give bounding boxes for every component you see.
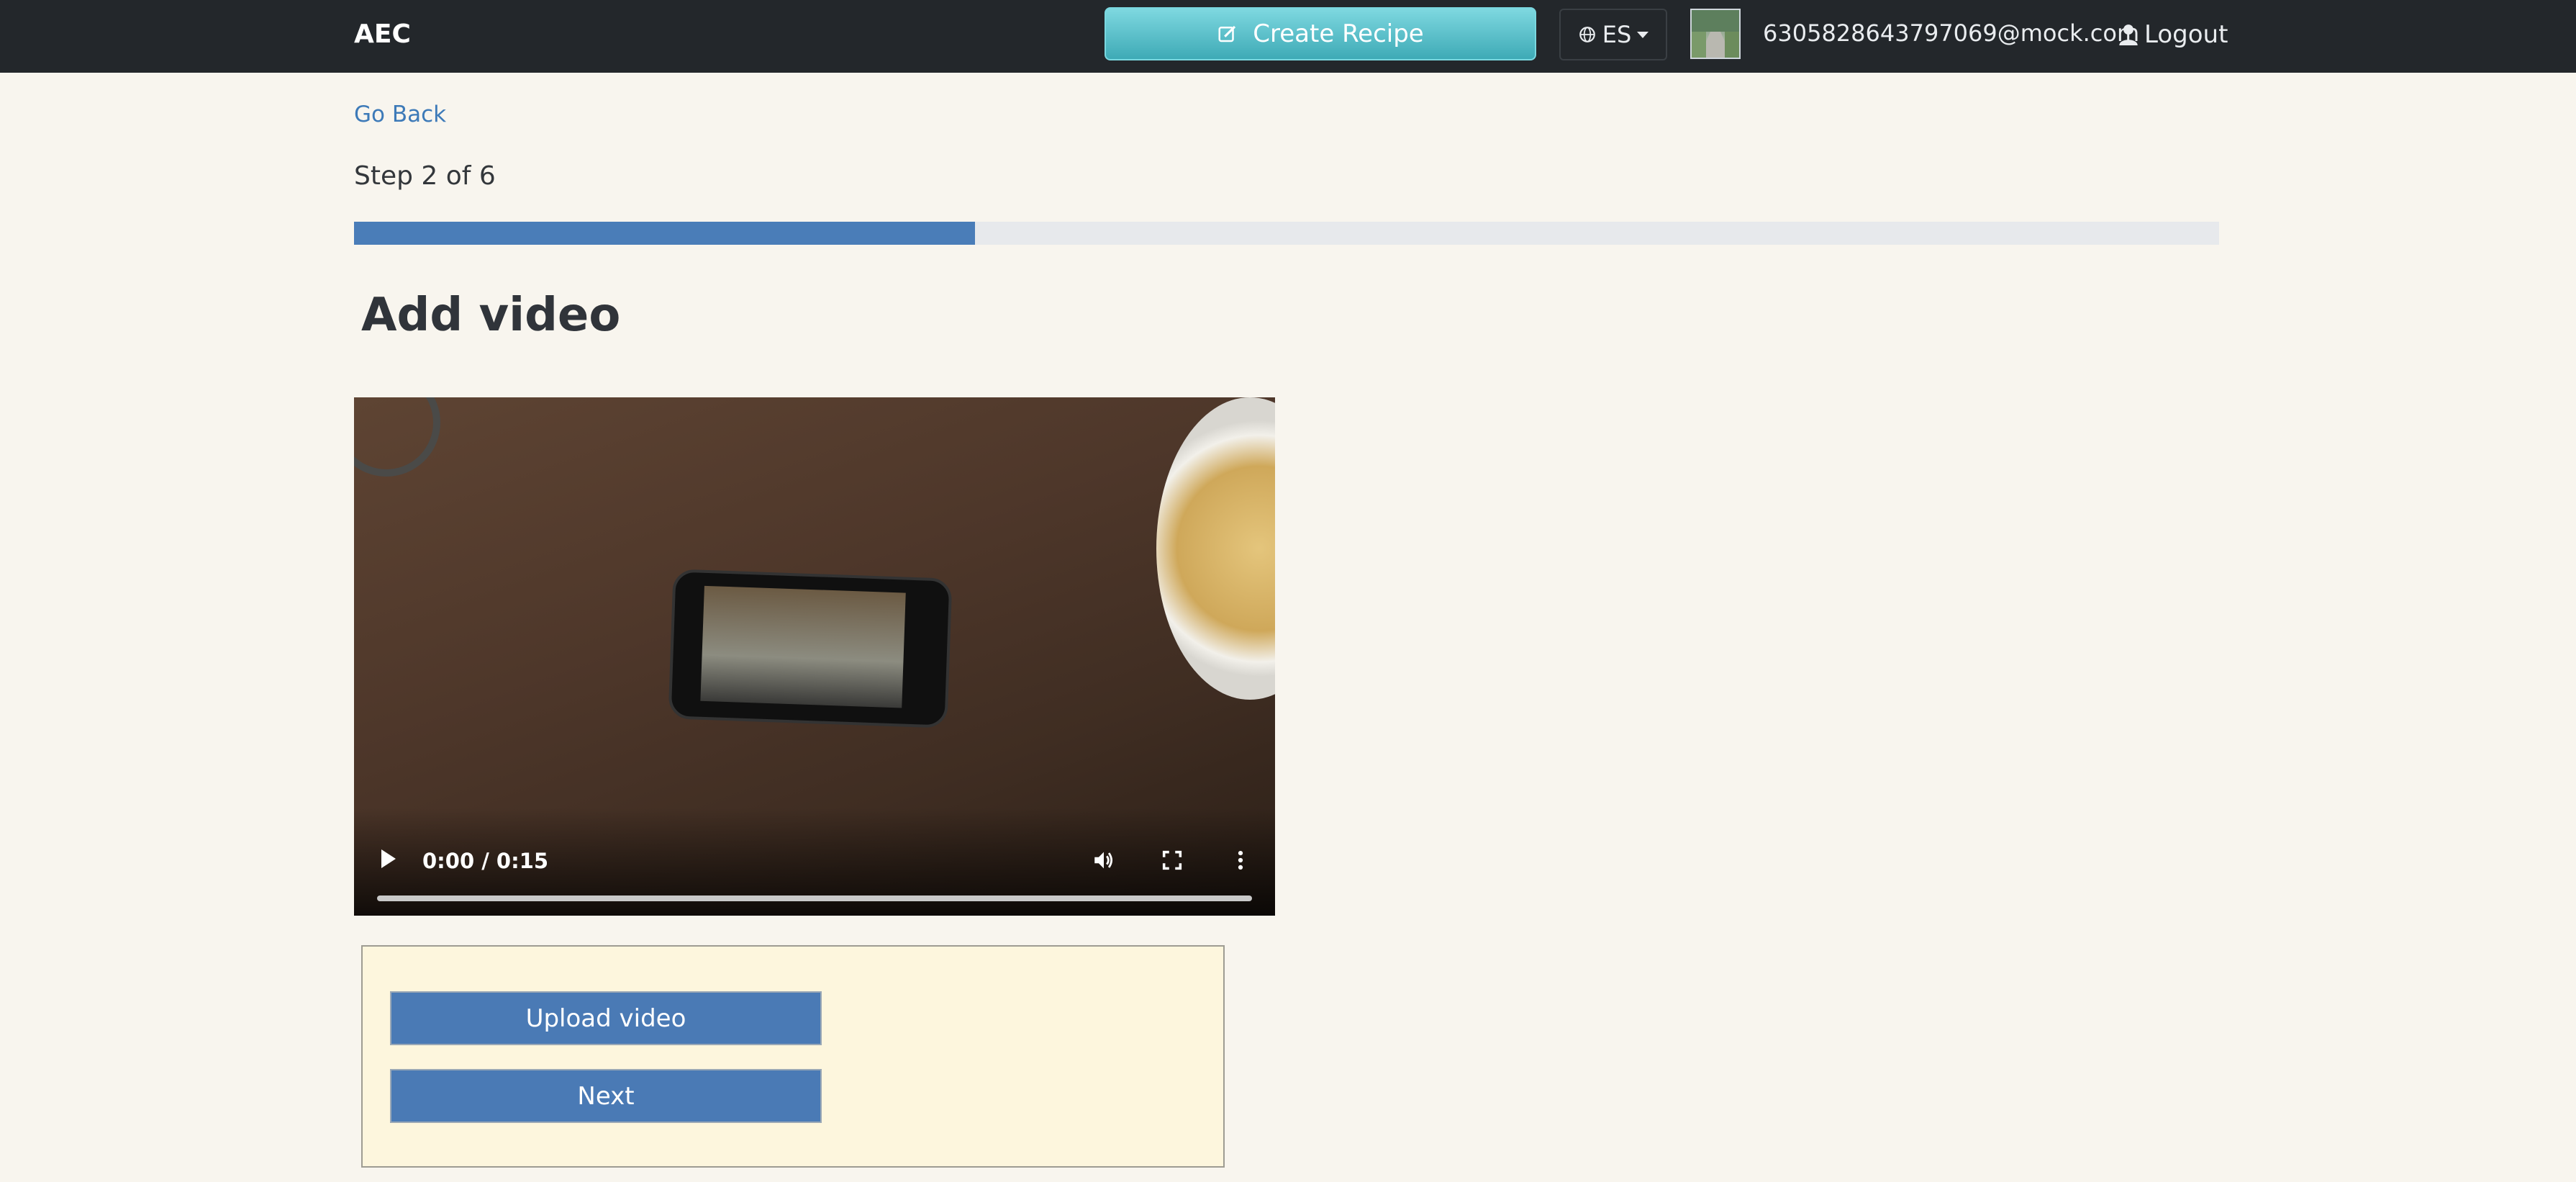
step-indicator: Step 2 of 6 — [354, 161, 496, 191]
fullscreen-icon[interactable] — [1160, 848, 1184, 872]
video-time: 0:00 / 0:15 — [422, 849, 549, 873]
video-frame-headphones — [354, 397, 440, 477]
video-scrubber[interactable] — [377, 895, 1252, 901]
video-controls: 0:00 / 0:15 — [354, 808, 1275, 916]
go-back-link[interactable]: Go Back — [354, 101, 446, 128]
progress-bar — [354, 222, 2219, 245]
play-icon[interactable] — [381, 849, 396, 868]
logout-button[interactable]: Logout — [2118, 19, 2228, 50]
chevron-down-icon — [1637, 31, 1649, 38]
logout-label: Logout — [2144, 20, 2228, 49]
user-email: 6305828643797069@mock.com — [1763, 19, 2140, 47]
next-button[interactable]: Next — [390, 1069, 822, 1123]
video-frame-bowl — [1156, 397, 1275, 700]
video-player[interactable]: 0:00 / 0:15 — [354, 397, 1275, 916]
avatar[interactable] — [1690, 9, 1741, 59]
create-recipe-label: Create Recipe — [1253, 19, 1424, 48]
page-title: Add video — [361, 289, 621, 342]
avatar-image — [1692, 10, 1739, 58]
create-recipe-button[interactable]: Create Recipe — [1105, 7, 1536, 60]
progress-bar-fill — [354, 222, 976, 245]
video-frame-phone — [668, 569, 953, 728]
brand-logo[interactable]: AEC — [354, 19, 411, 50]
volume-icon[interactable] — [1092, 848, 1116, 872]
language-dropdown[interactable]: ES — [1559, 9, 1667, 60]
edit-icon — [1218, 25, 1236, 42]
more-options-icon[interactable] — [1233, 848, 1248, 872]
language-label: ES — [1602, 21, 1632, 48]
user-icon — [2119, 24, 2138, 45]
actions-panel: Upload video Next — [361, 945, 1225, 1168]
top-navbar: AEC Create Recipe ES 6305828643797069@mo… — [0, 0, 2576, 73]
upload-video-button[interactable]: Upload video — [390, 991, 822, 1045]
globe-icon — [1579, 27, 1595, 42]
